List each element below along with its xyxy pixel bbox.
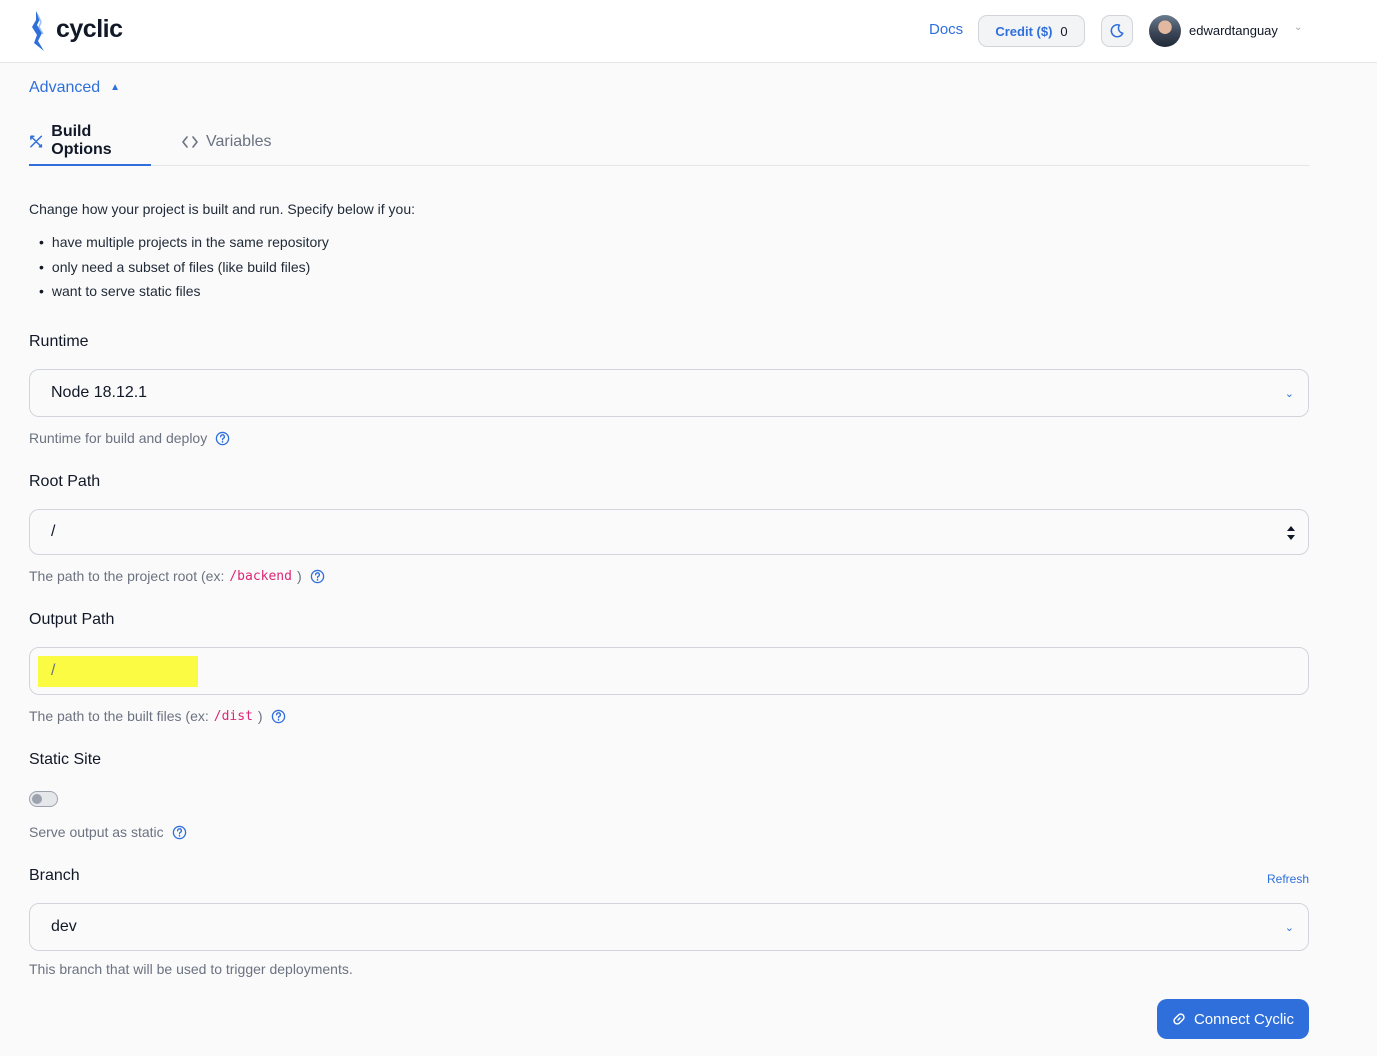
- branch-label: Branch: [29, 867, 80, 884]
- static-site-toggle[interactable]: [29, 791, 58, 807]
- output-path-label: Output Path: [29, 611, 115, 628]
- output-path-hint-code: /dist: [213, 708, 253, 724]
- tab-build-options[interactable]: Build Options: [29, 118, 151, 166]
- connect-cyclic-button[interactable]: Connect Cyclic: [1157, 999, 1309, 1039]
- list-item: only need a subset of files (like build …: [39, 255, 329, 280]
- credit-button[interactable]: Credit ($) 0: [978, 15, 1085, 47]
- tab-variables[interactable]: Variables: [182, 118, 272, 166]
- cyclic-logo-icon: [32, 11, 44, 51]
- output-path-hint-prefix: The path to the built files (ex:: [29, 708, 209, 724]
- runtime-hint: Runtime for build and deploy: [29, 430, 230, 446]
- cyclic-logo[interactable]: cyclic: [28, 11, 123, 51]
- tab-bar: Build Options Variables: [29, 118, 1310, 166]
- top-bar: cyclic Docs Credit ($) 0 edwardtanguay ⌄: [0, 0, 1377, 63]
- root-path-hint: The path to the project root (ex: /backe…: [29, 568, 325, 584]
- list-item: want to serve static files: [39, 279, 329, 304]
- logo-text: cyclic: [56, 14, 123, 43]
- root-path-hint-code: /backend: [229, 568, 292, 584]
- username[interactable]: edwardtanguay: [1189, 23, 1278, 38]
- output-path-input[interactable]: /: [29, 647, 1309, 695]
- docs-link[interactable]: Docs: [929, 21, 963, 38]
- chevron-down-icon[interactable]: ⌄: [1294, 22, 1302, 33]
- static-site-hint-text: Serve output as static: [29, 824, 164, 840]
- advanced-toggle[interactable]: Advanced ▲: [29, 79, 120, 97]
- help-icon[interactable]: [271, 709, 286, 724]
- root-path-label: Root Path: [29, 473, 101, 490]
- help-icon[interactable]: [215, 431, 230, 446]
- chevron-down-icon: ⌄: [1284, 921, 1294, 934]
- text-highlight: [38, 656, 198, 687]
- list-item: have multiple projects in the same repos…: [39, 230, 329, 255]
- output-path-hint: The path to the built files (ex: /dist): [29, 708, 286, 724]
- avatar[interactable]: [1149, 15, 1181, 47]
- output-path-value: /: [51, 662, 56, 679]
- theme-toggle-button[interactable]: [1101, 15, 1133, 47]
- runtime-select[interactable]: Node 18.12.1 ⌄: [29, 369, 1309, 417]
- advanced-label: Advanced: [29, 79, 101, 96]
- static-site-label: Static Site: [29, 751, 102, 768]
- connect-cyclic-label: Connect Cyclic: [1193, 1010, 1295, 1028]
- credit-value: 0: [1060, 23, 1068, 39]
- help-icon[interactable]: [172, 825, 187, 840]
- moon-icon: [1110, 24, 1124, 38]
- credit-label: Credit ($): [995, 23, 1053, 39]
- root-path-hint-suffix: ): [296, 568, 302, 584]
- root-path-select[interactable]: /: [29, 509, 1309, 555]
- branch-hint: This branch that will be used to trigger…: [29, 961, 353, 977]
- intro-text: Change how your project is built and run…: [29, 201, 415, 217]
- code-icon: [182, 136, 198, 148]
- branch-value: dev: [51, 918, 77, 935]
- tools-icon: [30, 135, 43, 147]
- link-icon: [1173, 1013, 1185, 1025]
- root-path-hint-prefix: The path to the project root (ex:: [29, 568, 225, 584]
- chevron-up-icon: ▲: [110, 81, 121, 93]
- chevron-down-icon: ⌄: [1284, 387, 1294, 400]
- toggle-knob: [32, 794, 42, 804]
- runtime-label: Runtime: [29, 333, 89, 350]
- branch-select[interactable]: dev ⌄: [29, 903, 1309, 951]
- sort-arrows-icon: [1287, 526, 1295, 540]
- help-icon[interactable]: [310, 569, 325, 584]
- runtime-hint-text: Runtime for build and deploy: [29, 430, 208, 446]
- branch-hint-text: This branch that will be used to trigger…: [29, 961, 353, 977]
- tab-variables-label: Variables: [206, 133, 272, 150]
- refresh-branches-link[interactable]: Refresh: [1267, 872, 1309, 886]
- output-path-hint-suffix: ): [257, 708, 263, 724]
- static-site-hint: Serve output as static: [29, 824, 187, 840]
- runtime-value: Node 18.12.1: [51, 384, 148, 401]
- tab-build-options-label: Build Options: [51, 123, 112, 158]
- intro-bullet-list: have multiple projects in the same repos…: [39, 230, 329, 304]
- root-path-value: /: [51, 523, 56, 540]
